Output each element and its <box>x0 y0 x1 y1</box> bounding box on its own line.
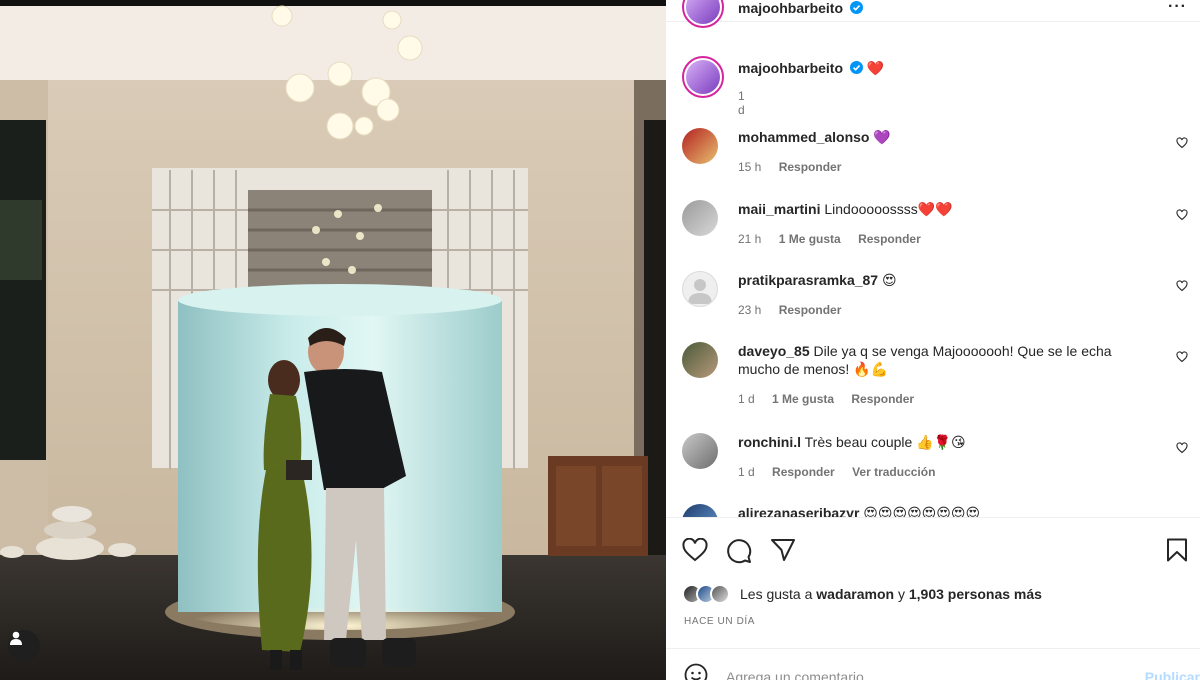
see-translation-button[interactable]: Ver traducción <box>852 465 935 479</box>
comment-text: 😍 <box>882 272 897 288</box>
post-time-ago[interactable]: HACE UN DÍA <box>684 616 755 627</box>
commenter-avatar[interactable] <box>682 200 718 236</box>
tagged-users-button[interactable] <box>8 630 40 662</box>
like-comment-heart-icon[interactable] <box>1176 350 1188 368</box>
caption-username[interactable]: majoohbarbeito <box>738 60 843 76</box>
comment-time: 1 d <box>738 465 755 479</box>
comment-username[interactable]: ronchini.l <box>738 434 801 450</box>
author-avatar[interactable] <box>682 0 724 28</box>
reply-button[interactable]: Responder <box>779 160 842 174</box>
user-icon <box>10 631 22 645</box>
couple-photo <box>0 0 666 680</box>
caption-time: 1 d <box>738 89 745 117</box>
add-comment-bar: Publicar <box>666 648 1200 680</box>
author-username[interactable]: majoohbarbeito <box>738 0 843 16</box>
comment-text: Très beau couple 👍🌹😘 <box>804 434 966 450</box>
reply-button[interactable]: Responder <box>779 303 842 317</box>
comment-likes[interactable]: 1 Me gusta <box>779 232 841 246</box>
comment-username[interactable]: daveyo_85 <box>738 343 810 359</box>
comment-time: 15 h <box>738 160 762 174</box>
likes-count[interactable]: 1,903 personas más <box>909 586 1042 602</box>
reply-button[interactable]: Responder <box>772 465 835 479</box>
comment-text: 😍😍😍😍😍😍😍😍 <box>863 505 981 518</box>
comment-time: 21 h <box>738 232 762 246</box>
share-paper-plane-icon[interactable] <box>770 538 796 567</box>
caption-avatar[interactable] <box>682 56 724 98</box>
like-comment-heart-icon[interactable] <box>1176 279 1188 297</box>
post-photo[interactable] <box>0 0 666 680</box>
reply-button[interactable]: Responder <box>858 232 921 246</box>
publish-button[interactable]: Publicar <box>1145 669 1200 680</box>
comment-bubble-icon[interactable] <box>726 538 752 569</box>
comment-username[interactable]: mohammed_alonso <box>738 129 869 145</box>
default-avatar-icon[interactable] <box>682 271 718 307</box>
verified-badge-icon <box>850 1 863 19</box>
like-comment-heart-icon[interactable] <box>1176 136 1188 154</box>
post-sidebar: majoohbarbeito ··· majoohbarbeito ❤️ 1 d… <box>666 0 1200 680</box>
caption-text: ❤️ <box>866 60 885 76</box>
comment-input[interactable] <box>726 669 1106 680</box>
commenter-avatar[interactable] <box>682 128 718 164</box>
likes-middle: y <box>897 586 905 602</box>
comment-likes[interactable]: 1 Me gusta <box>772 392 834 406</box>
comment-time: 1 d <box>738 392 755 406</box>
comment-text: 💜 <box>873 129 891 145</box>
likes-first-user[interactable]: wadaramon <box>816 586 894 602</box>
comment-username[interactable]: alirezanaseribazyr <box>738 505 859 517</box>
likes-summary[interactable]: Les gusta a wadaramon y 1,903 personas m… <box>682 583 1042 605</box>
liker-avatar <box>710 584 730 604</box>
comment-username[interactable]: maii_martini <box>738 201 820 217</box>
commenter-avatar[interactable] <box>682 342 718 378</box>
emoji-picker-icon[interactable] <box>684 663 708 680</box>
comments-list[interactable]: majoohbarbeito ❤️ 1 d mohammed_alonso 💜 … <box>666 42 1200 518</box>
like-heart-icon[interactable] <box>682 537 708 567</box>
like-comment-heart-icon[interactable] <box>1176 208 1188 226</box>
more-options-icon[interactable]: ··· <box>1168 0 1187 16</box>
commenter-avatar[interactable] <box>682 433 718 469</box>
commenter-avatar[interactable] <box>682 504 718 517</box>
verified-badge-icon <box>849 61 863 77</box>
reply-button[interactable]: Responder <box>851 392 914 406</box>
likes-prefix: Les gusta a <box>740 586 813 602</box>
comment-text: Lindooooossss❤️❤️ <box>824 201 953 217</box>
post-actions <box>666 532 1200 572</box>
save-bookmark-icon[interactable] <box>1166 538 1188 567</box>
comment-time: 23 h <box>738 303 762 317</box>
like-comment-heart-icon[interactable] <box>1176 441 1188 459</box>
post-header: majoohbarbeito ··· <box>666 0 1200 28</box>
comment-username[interactable]: pratikparasramka_87 <box>738 272 878 288</box>
